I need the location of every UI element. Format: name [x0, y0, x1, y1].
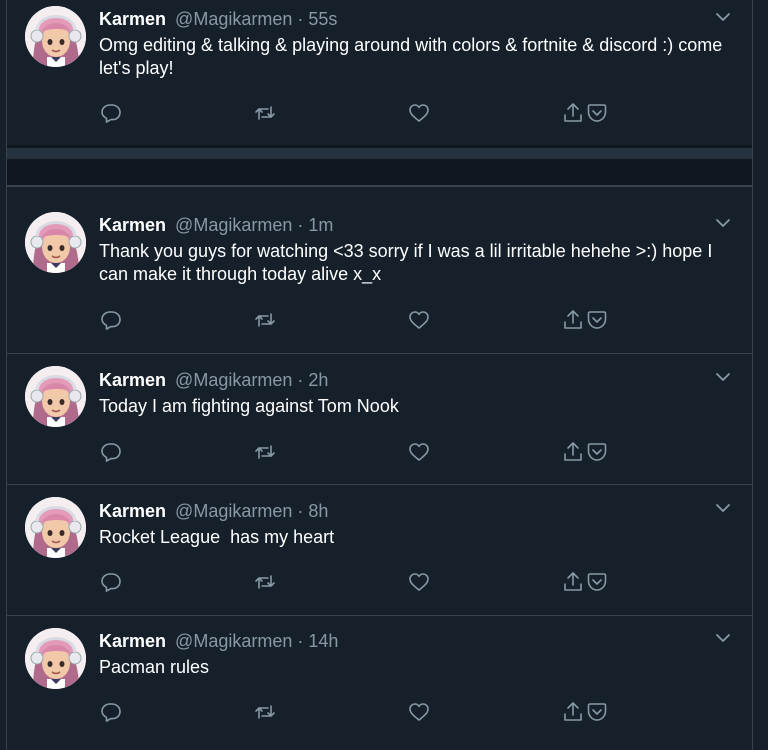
reply-icon[interactable] — [99, 570, 123, 594]
tweet[interactable]: Karmen @Magikarmen · 8h Rocket League ha… — [6, 485, 753, 616]
share-icon[interactable] — [561, 440, 585, 464]
tweet-header: Karmen @Magikarmen · 55s — [99, 8, 337, 30]
avatar[interactable] — [25, 497, 86, 558]
like-icon[interactable] — [407, 440, 431, 464]
timestamp[interactable]: 14h — [308, 631, 338, 651]
reply-icon[interactable] — [99, 440, 123, 464]
user-handle[interactable]: @Magikarmen — [175, 501, 292, 521]
user-handle[interactable]: @Magikarmen — [175, 215, 292, 235]
retweet-icon[interactable] — [253, 440, 277, 464]
display-name[interactable]: Karmen — [99, 215, 166, 235]
tweet-header: Karmen @Magikarmen · 2h — [99, 369, 328, 391]
separator-dot: · — [297, 9, 304, 29]
tweet-text: Today I am fighting against Tom Nook — [99, 396, 399, 416]
user-handle[interactable]: @Magikarmen — [175, 631, 292, 651]
timeline-feed: Karmen @Magikarmen · 55s Omg editing & t… — [0, 0, 768, 750]
reply-icon[interactable] — [99, 700, 123, 724]
like-icon[interactable] — [407, 308, 431, 332]
reply-icon[interactable] — [99, 101, 123, 125]
tweet-actions — [99, 700, 639, 724]
tweet-actions — [99, 308, 639, 332]
avatar[interactable] — [25, 628, 86, 689]
avatar[interactable] — [25, 366, 86, 427]
display-name[interactable]: Karmen — [99, 631, 166, 651]
save-icon[interactable] — [585, 308, 609, 332]
separator-dot: · — [297, 370, 304, 390]
retweet-icon[interactable] — [253, 570, 277, 594]
retweet-icon[interactable] — [253, 308, 277, 332]
separator-band — [7, 148, 752, 159]
retweet-icon[interactable] — [253, 101, 277, 125]
chevron-down-icon[interactable] — [714, 368, 732, 386]
timestamp[interactable]: 2h — [308, 370, 328, 390]
separator-dot: · — [297, 631, 304, 651]
chevron-down-icon[interactable] — [714, 8, 732, 26]
save-icon[interactable] — [585, 570, 609, 594]
thread-separator — [6, 145, 753, 187]
chevron-down-icon[interactable] — [714, 629, 732, 647]
tweet[interactable]: Karmen @Magikarmen · 14h Pacman rules — [6, 616, 753, 750]
tweet[interactable]: Karmen @Magikarmen · 1m Thank you guys f… — [6, 187, 753, 354]
save-icon[interactable] — [585, 700, 609, 724]
tweet-text: Rocket League has my heart — [99, 527, 335, 547]
save-icon[interactable] — [585, 101, 609, 125]
like-icon[interactable] — [407, 101, 431, 125]
user-handle[interactable]: @Magikarmen — [175, 9, 292, 29]
tweet-text: Omg editing & talking & playing around w… — [99, 35, 723, 78]
tweet[interactable]: Karmen @Magikarmen · 55s Omg editing & t… — [6, 0, 753, 145]
tweet-actions — [99, 570, 639, 594]
tweet-text: Pacman rules — [99, 657, 210, 677]
timestamp[interactable]: 55s — [308, 9, 337, 29]
timestamp[interactable]: 1m — [308, 215, 333, 235]
tweet-actions — [99, 440, 639, 464]
display-name[interactable]: Karmen — [99, 9, 166, 29]
share-icon[interactable] — [561, 308, 585, 332]
save-icon[interactable] — [585, 440, 609, 464]
separator-dot: · — [297, 501, 304, 521]
share-icon[interactable] — [561, 570, 585, 594]
like-icon[interactable] — [407, 700, 431, 724]
retweet-icon[interactable] — [253, 700, 277, 724]
avatar[interactable] — [25, 6, 86, 67]
like-icon[interactable] — [407, 570, 431, 594]
tweet-text: Thank you guys for watching <33 sorry if… — [99, 241, 713, 284]
timestamp[interactable]: 8h — [308, 501, 328, 521]
share-icon[interactable] — [561, 700, 585, 724]
chevron-down-icon[interactable] — [714, 214, 732, 232]
chevron-down-icon[interactable] — [714, 499, 732, 517]
share-icon[interactable] — [561, 101, 585, 125]
user-handle[interactable]: @Magikarmen — [175, 370, 292, 390]
reply-icon[interactable] — [99, 308, 123, 332]
tweet-header: Karmen @Magikarmen · 14h — [99, 630, 338, 652]
display-name[interactable]: Karmen — [99, 501, 166, 521]
separator-dot: · — [297, 215, 304, 235]
tweet-header: Karmen @Magikarmen · 1m — [99, 214, 333, 236]
tweet-actions — [99, 101, 639, 125]
tweet-header: Karmen @Magikarmen · 8h — [99, 500, 328, 522]
avatar[interactable] — [25, 212, 86, 273]
display-name[interactable]: Karmen — [99, 370, 166, 390]
tweet[interactable]: Karmen @Magikarmen · 2h Today I am fight… — [6, 354, 753, 485]
